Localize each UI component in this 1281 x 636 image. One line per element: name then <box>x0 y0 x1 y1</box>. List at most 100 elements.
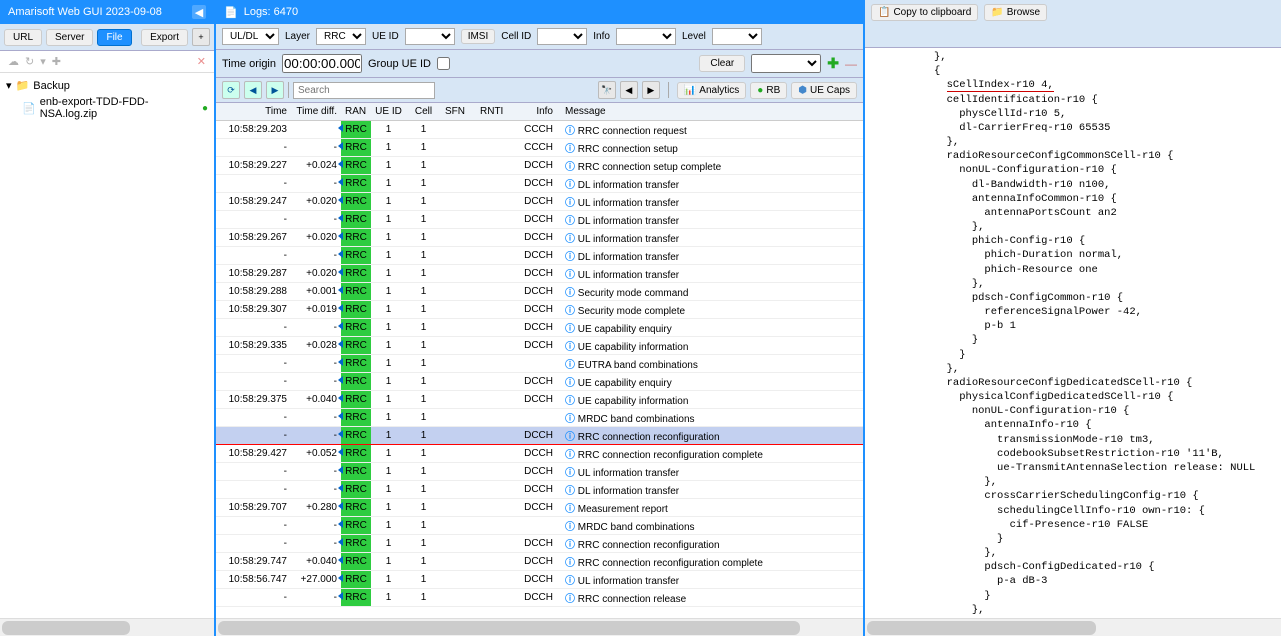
right-hscroll[interactable] <box>865 618 1281 636</box>
nav-refresh-icon[interactable]: ⟳ <box>222 81 240 99</box>
info-icon[interactable]: ⓘ <box>565 522 575 533</box>
info-icon[interactable]: ⓘ <box>565 324 575 335</box>
layer-select[interactable]: RRC <box>316 28 366 45</box>
table-row[interactable]: 10:58:29.707+0.280RRC11DCCHⓘ Measurement… <box>216 499 863 517</box>
col-header-time[interactable]: Time <box>216 103 291 121</box>
cloud-icon[interactable]: ☁ <box>8 55 19 68</box>
table-row[interactable]: --RRC11DCCHⓘ RRC connection reconfigurat… <box>216 427 863 445</box>
table-row[interactable]: --RRC11DCCHⓘ RRC connection reconfigurat… <box>216 535 863 553</box>
info-icon[interactable]: ⓘ <box>565 288 575 299</box>
clear-button[interactable]: Clear <box>699 55 745 72</box>
server-tab[interactable]: Server <box>46 29 93 46</box>
info-icon[interactable]: ⓘ <box>565 126 575 137</box>
info-icon[interactable]: ⓘ <box>565 414 575 425</box>
table-row[interactable]: 10:58:29.747+0.040RRC11DCCHⓘ RRC connect… <box>216 553 863 571</box>
table-row[interactable]: --RRC11DCCHⓘ DL information transfer <box>216 211 863 229</box>
cellid-select[interactable] <box>537 28 587 45</box>
info-icon[interactable]: ⓘ <box>565 486 575 497</box>
browse-button[interactable]: 📁Browse <box>984 4 1047 21</box>
info-icon[interactable]: ⓘ <box>565 504 575 515</box>
table-row[interactable]: --RRC11CCCHⓘ RRC connection setup <box>216 139 863 157</box>
col-header-ran[interactable]: RAN <box>341 103 371 121</box>
nav-next-icon[interactable]: ▶ <box>266 81 284 99</box>
table-row[interactable]: 10:58:29.267+0.020RRC11DCCHⓘ UL informat… <box>216 229 863 247</box>
info-icon[interactable]: ⓘ <box>565 468 575 479</box>
col-header-ueid[interactable]: UE ID <box>371 103 406 121</box>
nav-prev-icon[interactable]: ◀ <box>244 81 262 99</box>
table-row[interactable]: 10:58:29.427+0.052RRC11DCCHⓘ RRC connect… <box>216 445 863 463</box>
col-header-timediff[interactable]: Time diff. <box>291 103 341 121</box>
url-tab[interactable]: URL <box>4 29 42 46</box>
table-row[interactable]: --RRC11DCCHⓘ UE capability enquiry <box>216 319 863 337</box>
export-button[interactable]: Export <box>141 29 188 46</box>
collapse-left-icon[interactable]: ◀ <box>192 5 206 19</box>
time-origin-input[interactable] <box>282 54 362 73</box>
group-ue-checkbox[interactable] <box>437 57 450 70</box>
tree-folder[interactable]: ▾ 📁 Backup <box>2 77 212 94</box>
uecaps-button[interactable]: ⬢UE Caps <box>791 82 857 99</box>
search-next-icon[interactable]: ▶ <box>642 81 660 99</box>
table-row[interactable]: 10:58:29.288+0.001RRC11DCCHⓘ Security mo… <box>216 283 863 301</box>
col-header-cell[interactable]: Cell <box>406 103 441 121</box>
info-icon[interactable]: ⓘ <box>565 360 575 371</box>
remove-filter-icon[interactable]: — <box>845 57 857 71</box>
table-row[interactable]: 10:58:29.227+0.024RRC11DCCHⓘ RRC connect… <box>216 157 863 175</box>
table-row[interactable]: --RRC11DCCHⓘ DL information transfer <box>216 481 863 499</box>
table-row[interactable]: --RRC11DCCHⓘ DL information transfer <box>216 247 863 265</box>
info-icon[interactable]: ⓘ <box>565 234 575 245</box>
info-icon[interactable]: ⓘ <box>565 216 575 227</box>
info-icon[interactable]: ⓘ <box>565 378 575 389</box>
add-filter-icon[interactable]: ✚ <box>827 55 839 72</box>
table-row[interactable]: --RRC11ⓘ MRDC band combinations <box>216 517 863 535</box>
rb-button[interactable]: ●RB <box>750 82 787 99</box>
table-row[interactable]: --RRC11DCCHⓘ UE capability enquiry <box>216 373 863 391</box>
col-header-info[interactable]: Info <box>511 103 561 121</box>
uldl-select[interactable]: UL/DL <box>222 28 279 45</box>
table-row[interactable]: 10:58:29.335+0.028RRC11DCCHⓘ UE capabili… <box>216 337 863 355</box>
info-icon[interactable]: ⓘ <box>565 396 575 407</box>
table-row[interactable]: 10:58:56.747+27.000RRC11DCCHⓘ UL informa… <box>216 571 863 589</box>
info-icon[interactable]: ⓘ <box>565 144 575 155</box>
refresh-icon[interactable]: ↻ <box>25 55 34 68</box>
down-icon[interactable]: ▾ <box>40 55 46 68</box>
col-header-rnti[interactable]: RNTI <box>476 103 511 121</box>
search-input[interactable] <box>293 82 435 99</box>
table-row[interactable]: 10:58:29.375+0.040RRC11DCCHⓘ UE capabili… <box>216 391 863 409</box>
copy-button[interactable]: 📋Copy to clipboard <box>871 4 978 21</box>
table-row[interactable]: --RRC11ⓘ EUTRA band combinations <box>216 355 863 373</box>
expand-icon[interactable]: ▾ <box>6 79 12 92</box>
col-header-message[interactable]: Message <box>561 103 863 121</box>
mid-hscroll[interactable] <box>216 618 863 636</box>
info-icon[interactable]: ⓘ <box>565 432 575 443</box>
search-prev-icon[interactable]: ◀ <box>620 81 638 99</box>
info-icon[interactable]: ⓘ <box>565 252 575 263</box>
table-row[interactable]: 10:58:29.287+0.020RRC11DCCHⓘ UL informat… <box>216 265 863 283</box>
info-icon[interactable]: ⓘ <box>565 540 575 551</box>
binoculars-icon[interactable]: 🔭 <box>598 81 616 99</box>
info-icon[interactable]: ⓘ <box>565 342 575 353</box>
imsi-button[interactable]: IMSI <box>461 29 496 44</box>
info-icon[interactable]: ⓘ <box>565 558 575 569</box>
analytics-button[interactable]: 📊Analytics <box>677 82 746 99</box>
table-row[interactable]: --RRC11DCCHⓘ RRC connection release <box>216 589 863 607</box>
close-icon[interactable]: ✕ <box>197 55 206 68</box>
file-tab[interactable]: File <box>97 29 131 46</box>
info-icon[interactable]: ⓘ <box>565 594 575 605</box>
table-row[interactable]: --RRC11ⓘ MRDC band combinations <box>216 409 863 427</box>
info-icon[interactable]: ⓘ <box>565 576 575 587</box>
left-hscroll[interactable] <box>0 618 214 636</box>
log-table-wrap[interactable]: TimeTime diff.RANUE IDCellSFNRNTIInfoMes… <box>216 103 863 618</box>
info-icon[interactable]: ⓘ <box>565 306 575 317</box>
code-viewer[interactable]: }, { sCellIndex-r10 4, cellIdentificatio… <box>865 48 1281 618</box>
info-icon[interactable]: ⓘ <box>565 198 575 209</box>
tree-file[interactable]: 📄 enb-export-TDD-FDD-NSA.log.zip ● <box>2 94 212 122</box>
plus-icon[interactable]: ✚ <box>52 55 61 68</box>
clear-select[interactable] <box>751 54 821 73</box>
info-select[interactable] <box>616 28 676 45</box>
info-icon[interactable]: ⓘ <box>565 450 575 461</box>
table-row[interactable]: 10:58:29.247+0.020RRC11DCCHⓘ UL informat… <box>216 193 863 211</box>
info-icon[interactable]: ⓘ <box>565 270 575 281</box>
info-icon[interactable]: ⓘ <box>565 162 575 173</box>
table-row[interactable]: 10:58:29.307+0.019RRC11DCCHⓘ Security mo… <box>216 301 863 319</box>
level-select[interactable] <box>712 28 762 45</box>
